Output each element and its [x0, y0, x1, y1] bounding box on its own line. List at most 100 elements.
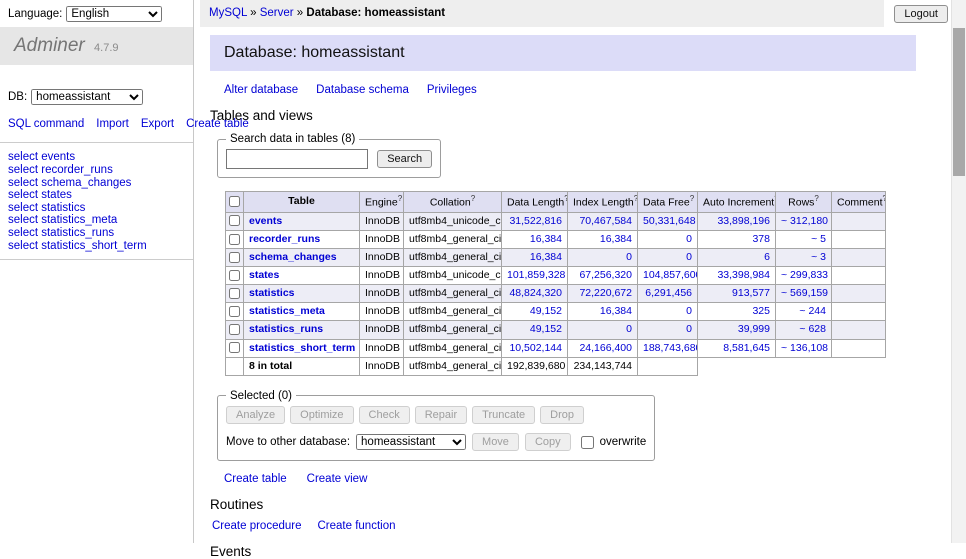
sidebar-table-select-events[interactable]: select events	[8, 151, 185, 164]
row-checkbox[interactable]	[229, 324, 240, 335]
table-link-recorder-runs[interactable]: recorder_runs	[249, 233, 320, 245]
column-header-rows[interactable]: Rows?	[776, 192, 832, 213]
column-header-auto-increment[interactable]: Auto Increment?	[698, 192, 776, 213]
sidebar-table-select-states[interactable]: select states	[8, 189, 185, 202]
index-length-link[interactable]: 0	[626, 323, 632, 335]
help-icon[interactable]: ?	[471, 194, 475, 203]
analyze-button[interactable]: Analyze	[226, 406, 285, 424]
index-length-link[interactable]: 24,166,400	[579, 342, 632, 354]
vertical-scrollbar[interactable]	[951, 0, 966, 543]
column-header-data-length[interactable]: Data Length?	[502, 192, 568, 213]
data-free-link[interactable]: 50,331,648	[643, 215, 696, 227]
help-icon[interactable]: ?	[690, 194, 694, 203]
db-nav-database-schema[interactable]: Database schema	[316, 84, 409, 96]
auto-increment-link[interactable]: 8,581,645	[723, 342, 770, 354]
create-create-view[interactable]: Create view	[307, 473, 368, 485]
help-icon[interactable]: ?	[814, 194, 818, 203]
auto-increment-link[interactable]: 6	[764, 251, 770, 263]
db-nav-privileges[interactable]: Privileges	[427, 84, 477, 96]
table-link-events[interactable]: events	[249, 215, 282, 227]
data-length-link[interactable]: 101,859,328	[507, 269, 565, 281]
auto-increment-link[interactable]: 913,577	[732, 287, 770, 299]
drop-button[interactable]: Drop	[540, 406, 584, 424]
data-free-link[interactable]: 0	[686, 305, 692, 317]
sidebar-action-sql-command[interactable]: SQL command	[8, 118, 84, 130]
sidebar-table-select-recorder-runs[interactable]: select recorder_runs	[8, 164, 185, 177]
select-all-checkbox[interactable]	[229, 196, 240, 207]
index-length-link[interactable]: 72,220,672	[579, 287, 632, 299]
check-button[interactable]: Check	[359, 406, 410, 424]
index-length-link[interactable]: 67,256,320	[579, 269, 632, 281]
index-length-link[interactable]: 0	[626, 251, 632, 263]
sidebar-action-import[interactable]: Import	[96, 118, 129, 130]
scrollbar-thumb[interactable]	[953, 28, 965, 176]
data-free-link[interactable]: 0	[686, 233, 692, 245]
auto-increment-link[interactable]: 325	[752, 305, 770, 317]
sidebar-action-export[interactable]: Export	[141, 118, 174, 130]
data-free-link[interactable]: 0	[686, 251, 692, 263]
sidebar-table-select-schema-changes[interactable]: select schema_changes	[8, 177, 185, 190]
auto-increment-link[interactable]: 39,999	[738, 323, 770, 335]
rows-count-link[interactable]: ~ 3	[811, 251, 826, 263]
logout-button[interactable]: Logout	[894, 5, 948, 23]
index-length-link[interactable]: 70,467,584	[579, 215, 632, 227]
create-create-table[interactable]: Create table	[224, 473, 287, 485]
routines-create-function[interactable]: Create function	[318, 520, 396, 532]
move-button[interactable]: Move	[472, 433, 519, 451]
row-checkbox[interactable]	[229, 342, 240, 353]
sidebar-table-select-statistics-meta[interactable]: select statistics_meta	[8, 214, 185, 227]
column-header-table[interactable]: Table	[244, 192, 360, 213]
table-link-states[interactable]: states	[249, 269, 279, 281]
index-length-link[interactable]: 16,384	[600, 305, 632, 317]
help-icon[interactable]: ?	[634, 194, 638, 203]
move-db-select[interactable]: homeassistant	[356, 434, 466, 450]
table-link-statistics-short-term[interactable]: statistics_short_term	[249, 342, 355, 354]
table-link-statistics-runs[interactable]: statistics_runs	[249, 323, 323, 335]
overwrite-checkbox[interactable]	[581, 436, 594, 449]
repair-button[interactable]: Repair	[415, 406, 467, 424]
row-checkbox[interactable]	[229, 270, 240, 281]
data-length-link[interactable]: 31,522,816	[509, 215, 562, 227]
rows-count-link[interactable]: ~ 569,159	[781, 287, 828, 299]
help-icon[interactable]: ?	[883, 194, 886, 203]
routines-create-procedure[interactable]: Create procedure	[212, 520, 302, 532]
search-input[interactable]	[226, 149, 368, 169]
data-free-link[interactable]: 0	[686, 323, 692, 335]
help-icon[interactable]: ?	[398, 194, 402, 203]
data-free-link[interactable]: 6,291,456	[645, 287, 692, 299]
table-link-statistics-meta[interactable]: statistics_meta	[249, 305, 325, 317]
row-checkbox[interactable]	[229, 288, 240, 299]
rows-count-link[interactable]: ~ 312,180	[781, 215, 828, 227]
db-select[interactable]: homeassistant	[31, 89, 143, 105]
column-header-collation[interactable]: Collation?	[404, 192, 502, 213]
data-length-link[interactable]: 48,824,320	[509, 287, 562, 299]
rows-count-link[interactable]: ~ 299,833	[781, 269, 828, 281]
row-checkbox[interactable]	[229, 252, 240, 263]
optimize-button[interactable]: Optimize	[290, 406, 353, 424]
rows-count-link[interactable]: ~ 136,108	[781, 342, 828, 354]
copy-button[interactable]: Copy	[525, 433, 571, 451]
auto-increment-link[interactable]: 378	[752, 233, 770, 245]
data-length-link[interactable]: 49,152	[530, 305, 562, 317]
row-checkbox[interactable]	[229, 306, 240, 317]
sidebar-table-select-statistics[interactable]: select statistics	[8, 202, 185, 215]
row-checkbox[interactable]	[229, 234, 240, 245]
table-link-schema-changes[interactable]: schema_changes	[249, 251, 337, 263]
index-length-link[interactable]: 16,384	[600, 233, 632, 245]
table-link-statistics[interactable]: statistics	[249, 287, 295, 299]
data-length-link[interactable]: 49,152	[530, 323, 562, 335]
rows-count-link[interactable]: ~ 244	[799, 305, 826, 317]
row-checkbox[interactable]	[229, 215, 240, 226]
data-free-link[interactable]: 104,857,600	[643, 269, 698, 281]
data-length-link[interactable]: 10,502,144	[509, 342, 562, 354]
rows-count-link[interactable]: ~ 628	[799, 323, 826, 335]
column-header-engine[interactable]: Engine?	[360, 192, 404, 213]
auto-increment-link[interactable]: 33,398,984	[717, 269, 770, 281]
sidebar-table-select-statistics-short-term[interactable]: select statistics_short_term	[8, 240, 185, 253]
column-header-comment[interactable]: Comment?	[832, 192, 886, 213]
breadcrumb-link-server[interactable]: Server	[260, 7, 294, 19]
breadcrumb-link-mysql[interactable]: MySQL	[209, 7, 247, 19]
data-free-link[interactable]: 188,743,680	[643, 342, 698, 354]
search-button[interactable]: Search	[377, 150, 432, 168]
db-nav-alter-database[interactable]: Alter database	[224, 84, 298, 96]
